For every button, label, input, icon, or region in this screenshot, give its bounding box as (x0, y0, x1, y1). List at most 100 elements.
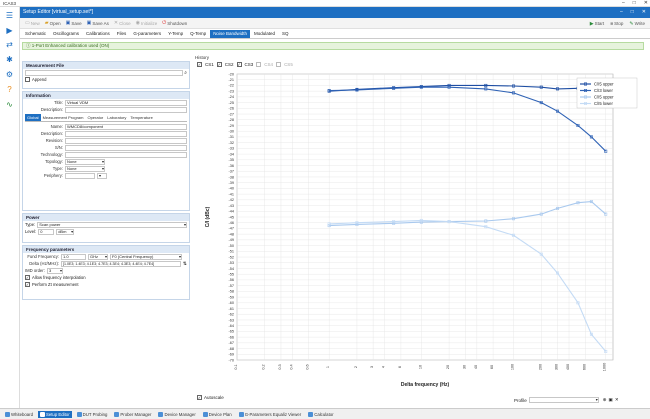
start-button[interactable]: ▶ Start (589, 21, 605, 27)
type-select[interactable]: None ▾ (65, 165, 105, 172)
menu-icon[interactable]: ☰ (4, 10, 15, 21)
profile-save-icon[interactable]: ▣ (609, 397, 613, 403)
cs5-checkbox[interactable] (276, 62, 282, 67)
cs1-checkbox[interactable]: ✓ (197, 62, 202, 67)
technology-field[interactable] (65, 151, 187, 158)
bug-icon[interactable]: ✱ (4, 54, 15, 65)
power-unit-select[interactable]: dBm ▾ (56, 228, 75, 235)
editor-minimize-icon[interactable]: – (620, 7, 623, 18)
periphery-input[interactable] (65, 172, 95, 179)
serial-number-field[interactable] (65, 144, 187, 151)
tab-calibrations[interactable]: Calibrations (83, 30, 113, 38)
fund-mode-select[interactable]: F0 (Central Frequency) ▾ (110, 253, 182, 260)
allow-interpolation-checkbox[interactable]: ✓ (25, 275, 30, 280)
description-field[interactable] (65, 130, 187, 137)
terminal-icon[interactable]: ▶ (4, 25, 15, 36)
subtab-operator[interactable]: Operator (85, 114, 105, 121)
description-input[interactable] (65, 106, 187, 113)
minimize-icon[interactable]: – (622, 0, 625, 7)
maximize-icon[interactable]: □ (633, 0, 636, 7)
subtab-measurement-program[interactable]: Measurement Program (41, 114, 86, 121)
bottom-tab-device-plan[interactable]: Device Plan (201, 411, 234, 418)
editor-close-icon[interactable]: ✕ (642, 7, 646, 18)
intermodulation-chart[interactable]: -20 -21 -22-23 -24 -25 -26-27 -28 -29 -30-31 -32 -… (195, 70, 643, 390)
subtab-laboratory[interactable]: Laboratory (105, 114, 128, 121)
description-label: Description: (40, 107, 63, 112)
x-tick-label: 600 (582, 364, 586, 370)
tab-oscillograms[interactable]: Oscillograms (50, 30, 82, 38)
autoscale-toggle[interactable]: ✓ Autoscale (197, 395, 224, 400)
cs4-checkbox[interactable] (256, 62, 262, 67)
stage-cs4[interactable]: CS4 (256, 62, 273, 67)
tab-sq[interactable]: SQ (279, 30, 292, 38)
save-button[interactable]: ▣ Save (65, 20, 83, 26)
imd-order-label: IMD order: (25, 268, 45, 273)
bottom-tab-setup-editor[interactable]: Setup Editor (37, 410, 72, 418)
power-type-select[interactable]: Scan power ▾ (37, 221, 187, 228)
title-input[interactable]: Virtual VDM (65, 99, 187, 106)
edit-list-icon[interactable]: ⇅ (183, 261, 187, 267)
fund-frequency-unit-select[interactable]: GHz ▾ (88, 253, 108, 260)
bottom-tab-dut-probing[interactable]: DUT Probing (75, 411, 110, 418)
measurement-file-search-input[interactable] (25, 69, 184, 76)
new-button[interactable]: ▭ New (24, 20, 41, 26)
autoscale-checkbox[interactable]: ✓ (197, 395, 202, 400)
stage-cs1[interactable]: ✓ CS1 (197, 62, 214, 67)
bottom-tab-calculator[interactable]: Calculator (306, 411, 335, 418)
tab-noise-bandwidth[interactable]: Noise Bandwidth (210, 29, 250, 38)
field-label: Technology: (40, 152, 63, 157)
revision-field[interactable] (65, 137, 187, 144)
close-window-icon[interactable]: ✕ (644, 0, 648, 7)
y-tick-label: -31 (229, 135, 235, 139)
bottom-tab-whiteboard[interactable]: Whiteboard (3, 411, 35, 418)
help-icon[interactable]: ? (4, 84, 15, 95)
gear-icon[interactable]: ⚙ (4, 69, 15, 80)
tab-modulated[interactable]: Modulated (251, 30, 278, 38)
bottom-tab-device-manager[interactable]: Device Manager (156, 411, 197, 418)
play-icon: ▶ (589, 20, 594, 27)
subtab-global[interactable]: Global (25, 114, 41, 121)
editor-maximize-icon[interactable]: □ (631, 7, 634, 18)
y-tick-label: -51 (229, 250, 235, 254)
tab-y-temp[interactable]: Y-Temp (165, 30, 186, 38)
tab-q-temp[interactable]: Q-Temp (187, 30, 209, 38)
cs3-checkbox[interactable]: ✓ (236, 62, 242, 67)
power-level-input[interactable]: 0 (38, 228, 55, 235)
search-icon[interactable]: ⌕ (184, 70, 187, 76)
subtab-temperature[interactable]: Temperature (128, 114, 154, 121)
shutdown-button[interactable]: ⏻ Shutdown (161, 20, 188, 26)
x-tick-label: 6 (398, 366, 402, 368)
open-button[interactable]: ▰ Open (44, 20, 62, 26)
stage-cs3[interactable]: ✓ CS3 (236, 62, 253, 67)
cs2-checkbox[interactable]: ✓ (216, 62, 222, 67)
topology-select[interactable]: None ▾ (65, 158, 105, 165)
tab-g-parameters[interactable]: G-parameters (130, 30, 164, 38)
stop-button[interactable]: ■ Stop (609, 21, 624, 27)
tab-files[interactable]: Files (114, 30, 130, 38)
bottom-tab-prober-manager[interactable]: Prober Manager (112, 411, 153, 418)
profile-select[interactable]: ▾ (528, 397, 599, 403)
field-label: Topology: (45, 159, 63, 164)
initialize-button[interactable]: ◉ Initialize (135, 20, 159, 26)
fund-frequency-input[interactable]: 1.0 (61, 253, 86, 260)
delta-input[interactable]: [1.0E3; 1.4E3; 4.1E3; 4.7E3; 4.3E4; 4.3E… (61, 260, 181, 267)
stage-cs5[interactable]: CS5 (276, 62, 293, 67)
setup-editor-icon (39, 411, 45, 417)
tab-schematic[interactable]: Schematic (22, 30, 49, 38)
profile-delete-icon[interactable]: ✕ (615, 397, 619, 403)
pulse-icon[interactable]: ∿ (4, 99, 15, 110)
y-tick-label: -27 (229, 112, 235, 116)
name-input[interactable]: WMCD8/component (65, 123, 187, 130)
profile-add-icon[interactable]: ⊕ (603, 397, 607, 403)
close-button[interactable]: ✕ Close (113, 20, 132, 26)
bottom-tab-gparam-viewer[interactable]: G-Parameters Equaliz Viewer (237, 411, 304, 418)
imd-order-select[interactable]: 3 ▾ (47, 267, 63, 274)
editor-title: Setup Editor [virtual_setup.set*] (23, 9, 94, 15)
write-button[interactable]: ✎ Write (628, 21, 646, 27)
periphery-unit-select[interactable]: ▾ (97, 172, 107, 179)
stage-cs2[interactable]: ✓ CS2 (216, 62, 234, 67)
flow-icon[interactable]: ⇄ (4, 39, 15, 50)
append-checkbox[interactable] (25, 77, 30, 82)
save-as-button[interactable]: ▣ Save As (86, 20, 110, 26)
perform-zt-checkbox[interactable]: ✓ (25, 282, 30, 287)
